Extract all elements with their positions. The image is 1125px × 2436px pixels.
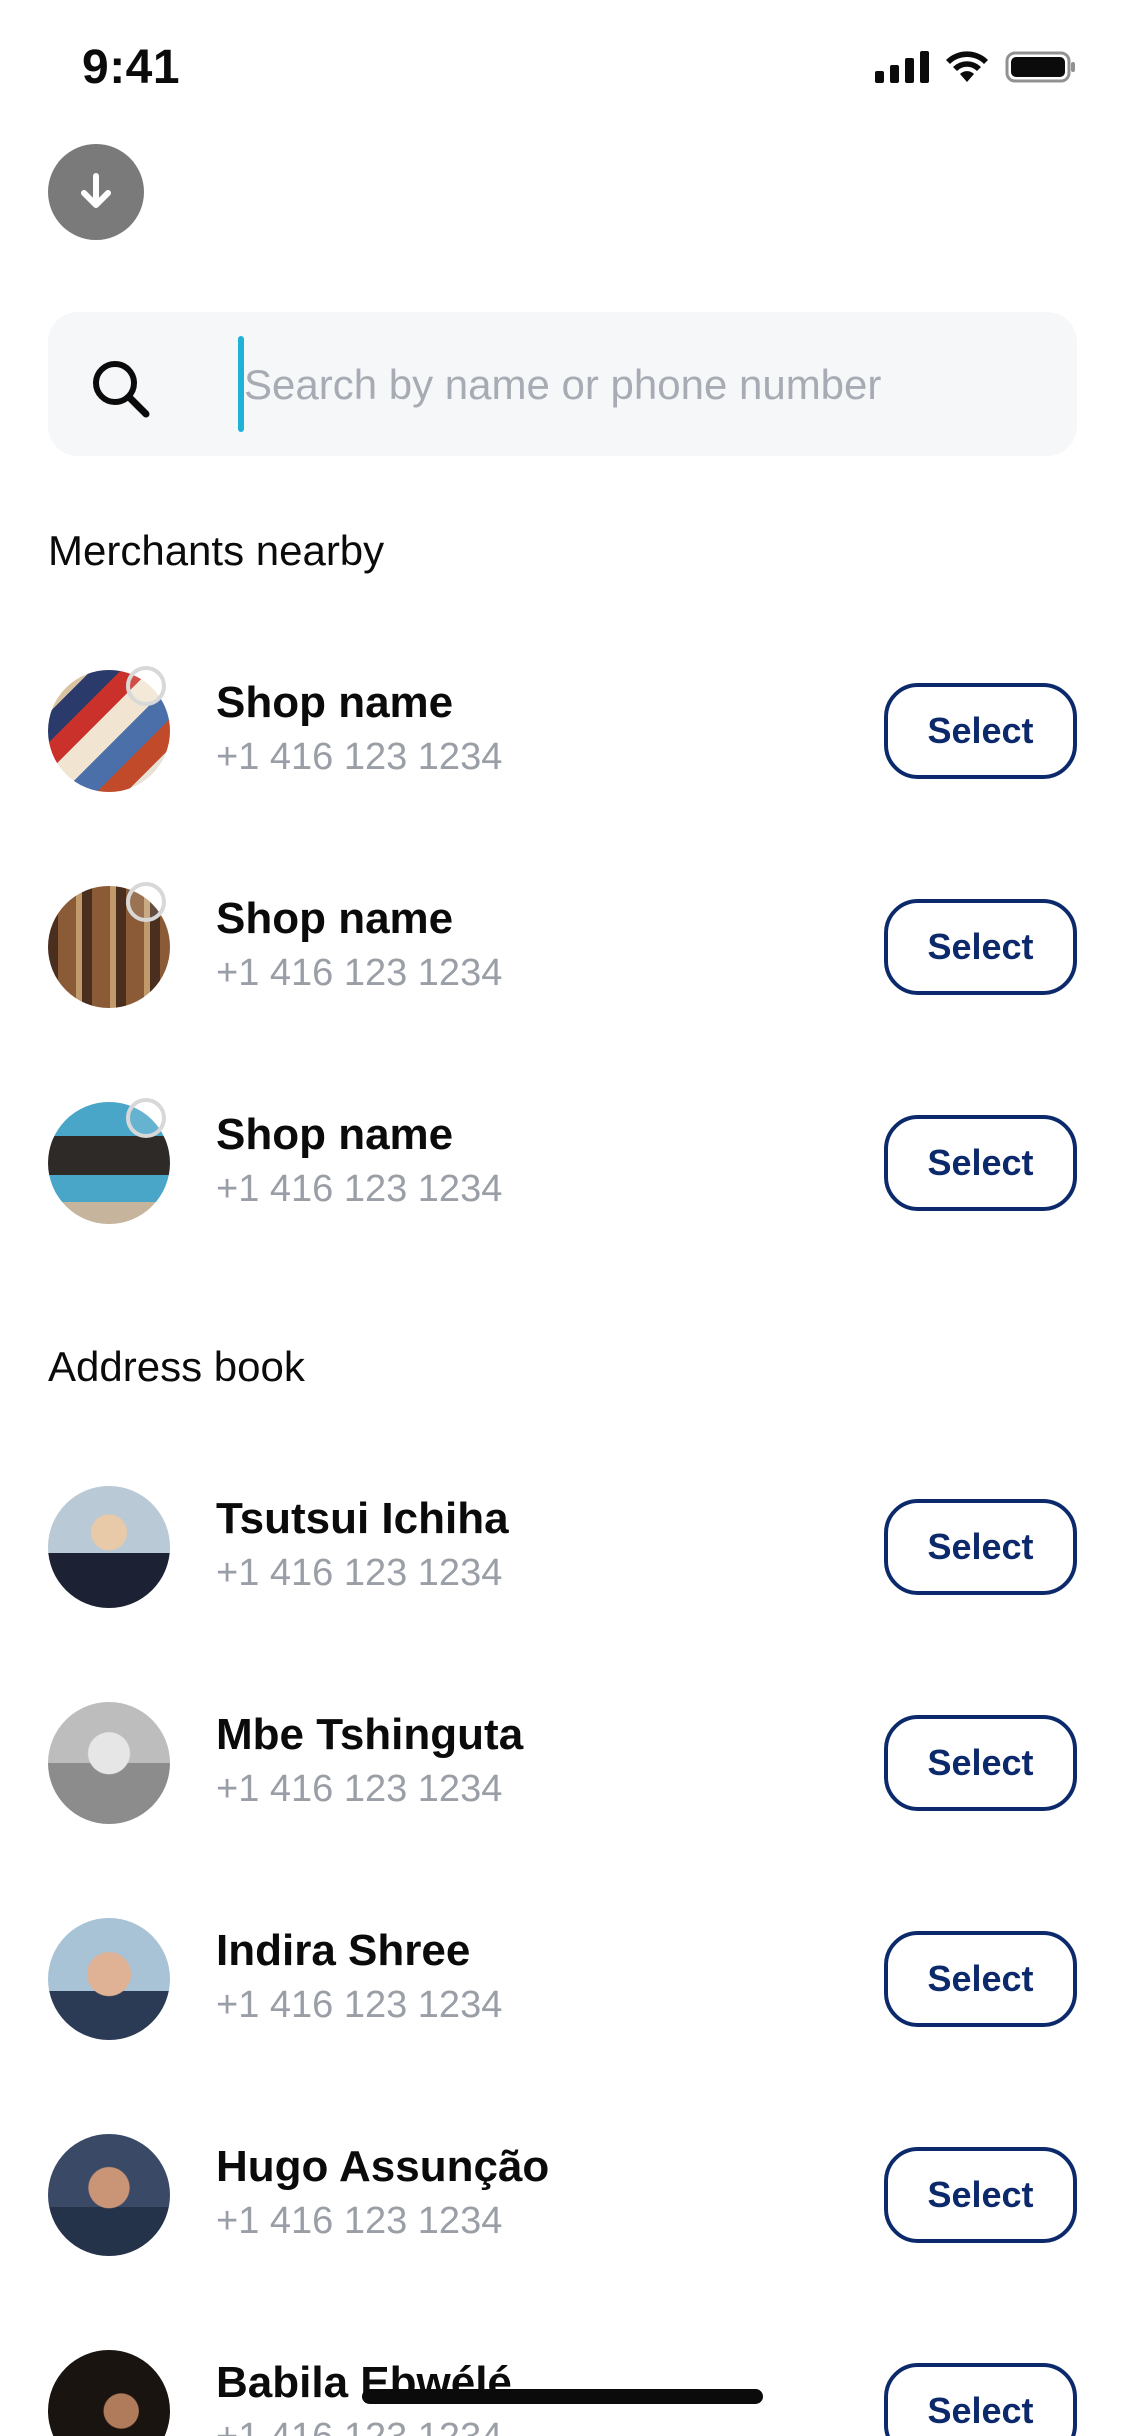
merchant-name: Shop name bbox=[216, 894, 454, 943]
select-button[interactable]: Select bbox=[884, 683, 1077, 779]
home-indicator bbox=[362, 2389, 763, 2404]
contact-row[interactable]: Tsutsui Ichiha +1 416 123 1234 Select bbox=[0, 1482, 1125, 1612]
merchant-row[interactable]: Shop name +1 416 123 1234 Select bbox=[0, 882, 1125, 1012]
status-icons bbox=[875, 50, 1077, 84]
contact-name: Mbe Tshinguta bbox=[216, 1710, 524, 1759]
merchant-phone: +1 416 123 1234 bbox=[216, 1168, 503, 1210]
battery-icon bbox=[1005, 51, 1075, 83]
contact-avatar bbox=[48, 2134, 170, 2256]
select-button[interactable]: Select bbox=[884, 1499, 1077, 1595]
merchant-phone: +1 416 123 1234 bbox=[216, 952, 503, 994]
contact-phone: +1 416 123 1234 bbox=[216, 1768, 503, 1810]
contact-phone: +1 416 123 1234 bbox=[216, 2200, 503, 2242]
contact-avatar bbox=[48, 1486, 170, 1608]
status-time: 9:41 bbox=[82, 41, 181, 94]
select-button[interactable]: Select bbox=[884, 1931, 1077, 2027]
cellular-signal-icon bbox=[875, 51, 929, 83]
contact-avatar bbox=[48, 1702, 170, 1824]
merchant-phone: +1 416 123 1234 bbox=[216, 736, 503, 778]
contact-name: Tsutsui Ichiha bbox=[216, 1494, 509, 1543]
contact-phone: +1 416 123 1234 bbox=[216, 1552, 503, 1594]
contact-row[interactable]: Mbe Tshinguta +1 416 123 1234 Select bbox=[0, 1698, 1125, 1828]
merchant-row[interactable]: Shop name +1 416 123 1234 Select bbox=[0, 1098, 1125, 1228]
contact-phone: +1 416 123 1234 bbox=[216, 1984, 503, 2026]
merchant-row[interactable]: Shop name +1 416 123 1234 Select bbox=[0, 666, 1125, 796]
wifi-icon bbox=[946, 51, 988, 82]
contact-avatar bbox=[48, 2350, 170, 2436]
merchant-name: Shop name bbox=[216, 678, 454, 727]
select-button[interactable]: Select bbox=[884, 899, 1077, 995]
status-bar: 9:41 bbox=[0, 0, 1125, 132]
section-title-merchants: Merchants nearby bbox=[48, 527, 385, 574]
avatar-badge bbox=[126, 882, 166, 922]
contact-row[interactable]: Indira Shree +1 416 123 1234 Select bbox=[0, 1914, 1125, 2044]
contact-name: Hugo Assunção bbox=[216, 2142, 550, 2191]
section-title-address-book: Address book bbox=[48, 1343, 305, 1390]
merchant-name: Shop name bbox=[216, 1110, 454, 1159]
search-icon bbox=[93, 361, 150, 418]
select-button[interactable]: Select bbox=[884, 1715, 1077, 1811]
contact-phone: +1 416 123 1234 bbox=[216, 2416, 502, 2436]
collapse-button[interactable] bbox=[48, 144, 144, 240]
select-button[interactable]: Select bbox=[884, 1115, 1077, 1211]
select-button[interactable]: Select bbox=[884, 2363, 1077, 2436]
contact-row[interactable]: Hugo Assunção +1 416 123 1234 Select bbox=[0, 2130, 1125, 2260]
search-input[interactable] bbox=[242, 332, 1046, 438]
contact-name: Indira Shree bbox=[216, 1926, 471, 1975]
select-button[interactable]: Select bbox=[884, 2147, 1077, 2243]
avatar-badge bbox=[126, 666, 166, 706]
contact-avatar bbox=[48, 1918, 170, 2040]
avatar-badge bbox=[126, 1098, 166, 1138]
arrow-down-icon bbox=[81, 173, 111, 208]
search-bar[interactable] bbox=[48, 312, 1077, 456]
